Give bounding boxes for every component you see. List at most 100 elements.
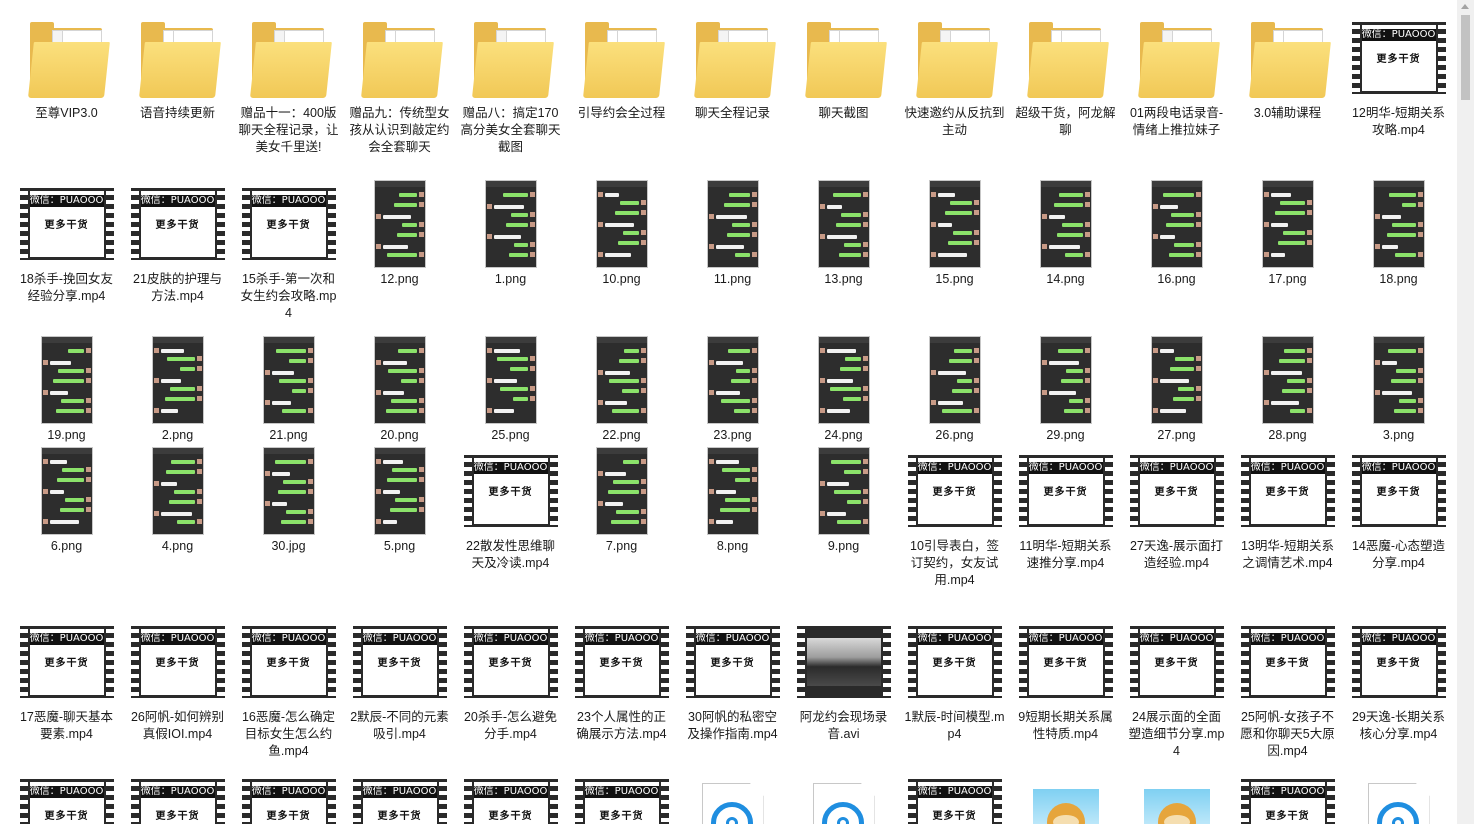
file-item[interactable]: 微信：PUAOOO 更多干货 18杀手-挽回女友经验分享.mp4 <box>11 176 122 326</box>
file-item[interactable]: 微信：PUAOOO 更多干货 <box>566 764 677 824</box>
file-item[interactable]: 8.png <box>677 443 788 614</box>
file-item[interactable]: 11.png <box>677 176 788 326</box>
file-item[interactable]: 微信：PUAOOO 更多干货 2默辰-不同的元素吸引.mp4 <box>344 614 455 764</box>
file-item[interactable]: 微信：PUAOOO 更多干货 <box>1232 764 1343 824</box>
file-item[interactable]: 2.png <box>122 326 233 443</box>
file-name-label: 01两段电话录音-情绪上推拉妹子 <box>1129 106 1224 137</box>
file-item[interactable]: 微信：PUAOOO 更多干货 <box>11 764 122 824</box>
file-item[interactable]: 23.png <box>677 326 788 443</box>
file-item[interactable]: 12.png <box>344 176 455 326</box>
file-item[interactable]: 22.png <box>566 326 677 443</box>
file-item[interactable]: 微信：PUAOOO 更多干货 11明华-短期关系速推分享.mp4 <box>1010 443 1121 614</box>
file-item[interactable]: 微信：PUAOOO 更多干货 10引导表白，签订契约，女友试用.mp4 <box>899 443 1010 614</box>
file-item[interactable]: 微信：PUAOOO 更多干货 26阿帆-如何辨别真假IOI.mp4 <box>122 614 233 764</box>
file-item[interactable]: 24.png <box>788 326 899 443</box>
file-item[interactable]: 21.png <box>233 326 344 443</box>
file-item[interactable]: 5.png <box>344 443 455 614</box>
file-item[interactable]: 微信：PUAOOO 更多干货 23个人属性的正确展示方法.mp4 <box>566 614 677 764</box>
scroll-thumb[interactable] <box>1461 15 1470 100</box>
watermark-text: 微信：PUAOOO <box>1361 633 1436 645</box>
file-item[interactable]: 9.png <box>788 443 899 614</box>
file-item[interactable]: 微信：PUAOOO 更多干货 <box>233 764 344 824</box>
file-item[interactable]: 微信：PUAOOO 更多干货 25阿帆-女孩子不愿和你聊天5大原因.mp4 <box>1232 614 1343 764</box>
file-name-label: 赠品十一：400版聊天全程记录，让美女千里送! <box>238 106 339 154</box>
file-item[interactable]: 13.png <box>788 176 899 326</box>
file-item[interactable] <box>1010 764 1121 824</box>
file-item[interactable] <box>677 764 788 824</box>
file-item[interactable]: 18.png <box>1343 176 1454 326</box>
file-item[interactable]: 微信：PUAOOO 更多干货 9短期长期关系属性特质.mp4 <box>1010 614 1121 764</box>
file-item[interactable]: 微信：PUAOOO 更多干货 <box>344 764 455 824</box>
file-item[interactable]: 微信：PUAOOO 更多干货 <box>122 764 233 824</box>
thumb-caption: 更多干货 <box>1376 487 1421 498</box>
file-item[interactable]: 3.png <box>1343 326 1454 443</box>
file-item[interactable]: 3.0辅助课程 <box>1232 0 1343 176</box>
file-item[interactable]: 15.png <box>899 176 1010 326</box>
thumb-caption: 更多干货 <box>377 811 422 822</box>
image-icon <box>1018 336 1114 424</box>
file-item[interactable]: 微信：PUAOOO 更多干货 15杀手-第一次和女生约会攻略.mp4 <box>233 176 344 326</box>
file-item[interactable]: 微信：PUAOOO 更多干货 1默辰-时间模型.mp4 <box>899 614 1010 764</box>
file-item[interactable]: 微信：PUAOOO 更多干货 <box>899 764 1010 824</box>
folder-icon <box>241 10 337 102</box>
file-item[interactable]: 微信：PUAOOO 更多干货 30阿帆的私密空及操作指南.mp4 <box>677 614 788 764</box>
file-name-label: 13.png <box>824 272 863 286</box>
file-item[interactable]: 赠品八：搞定170高分美女全套聊天截图 <box>455 0 566 176</box>
file-item[interactable]: 微信：PUAOOO 更多干货 17恶魔-聊天基本要素.mp4 <box>11 614 122 764</box>
scroll-up-arrow-icon[interactable] <box>1461 4 1469 9</box>
file-item[interactable]: 微信：PUAOOO 更多干货 12明华-短期关系攻略.mp4 <box>1343 0 1454 176</box>
file-item[interactable]: 微信：PUAOOO 更多干货 24展示面的全面塑造细节分享.mp4 <box>1121 614 1232 764</box>
file-item[interactable]: 4.png <box>122 443 233 614</box>
image-icon <box>352 443 448 535</box>
file-name-label: 3.0辅助课程 <box>1253 106 1322 120</box>
file-item[interactable]: 20.png <box>344 326 455 443</box>
file-item[interactable]: 聊天全程记录 <box>677 0 788 176</box>
file-name-label: 15.png <box>935 272 974 286</box>
file-item[interactable]: 17.png <box>1232 176 1343 326</box>
file-item[interactable]: 30.jpg <box>233 443 344 614</box>
file-item[interactable]: 微信：PUAOOO 更多干货 13明华-短期关系之调情艺术.mp4 <box>1232 443 1343 614</box>
file-item[interactable]: 微信：PUAOOO 更多干货 20杀手-怎么避免分手.mp4 <box>455 614 566 764</box>
file-item[interactable]: 25.png <box>455 326 566 443</box>
video-icon: 微信：PUAOOO 更多干货 <box>1129 443 1225 535</box>
file-item[interactable]: 微信：PUAOOO 更多干货 21皮肤的护理与方法.mp4 <box>122 176 233 326</box>
file-item[interactable] <box>788 764 899 824</box>
file-item[interactable]: 19.png <box>11 326 122 443</box>
file-item[interactable]: 赠品九：传统型女孩从认识到敲定约会全套聊天 <box>344 0 455 176</box>
file-item[interactable]: 29.png <box>1010 326 1121 443</box>
file-item[interactable]: 10.png <box>566 176 677 326</box>
video-icon: 微信：PUAOOO 更多干货 <box>1351 614 1447 706</box>
file-item[interactable]: 阿龙约会现场录音.avi <box>788 614 899 764</box>
file-item[interactable]: 14.png <box>1010 176 1121 326</box>
file-item[interactable]: 赠品十一：400版聊天全程记录，让美女千里送! <box>233 0 344 176</box>
file-item[interactable]: 微信：PUAOOO 更多干货 <box>455 764 566 824</box>
file-name-label: 19.png <box>47 428 86 442</box>
file-item[interactable]: 微信：PUAOOO 更多干货 16恶魔-怎么确定目标女生怎么约鱼.mp4 <box>233 614 344 764</box>
file-item[interactable]: 聊天截图 <box>788 0 899 176</box>
file-item[interactable]: 28.png <box>1232 326 1343 443</box>
mascot-image-icon <box>1018 767 1114 824</box>
file-item[interactable]: 至尊VIP3.0 <box>11 0 122 176</box>
file-item[interactable]: 1.png <box>455 176 566 326</box>
vertical-scrollbar[interactable] <box>1457 0 1474 824</box>
file-item[interactable]: 语音持续更新 <box>122 0 233 176</box>
file-item[interactable] <box>1343 764 1454 824</box>
file-item[interactable]: 引导约会全过程 <box>566 0 677 176</box>
file-item[interactable]: 27.png <box>1121 326 1232 443</box>
file-item[interactable]: 微信：PUAOOO 更多干货 29天逸-长期关系核心分享.mp4 <box>1343 614 1454 764</box>
file-item[interactable] <box>1121 764 1232 824</box>
file-item[interactable]: 微信：PUAOOO 更多干货 27天逸-展示面打造经验.mp4 <box>1121 443 1232 614</box>
file-item[interactable]: 7.png <box>566 443 677 614</box>
image-icon <box>685 336 781 424</box>
file-item[interactable]: 6.png <box>11 443 122 614</box>
file-name-label: 29天逸-长期关系核心分享.mp4 <box>1351 710 1446 741</box>
file-item[interactable]: 微信：PUAOOO 更多干货 22散发性思维聊天及冷读.mp4 <box>455 443 566 614</box>
file-name-label: 6.png <box>50 539 83 553</box>
file-item[interactable]: 快速邀约从反抗到主动 <box>899 0 1010 176</box>
file-item[interactable]: 26.png <box>899 326 1010 443</box>
file-item[interactable]: 超级干货，阿龙解聊 <box>1010 0 1121 176</box>
thumb-caption: 更多干货 <box>155 811 200 822</box>
file-item[interactable]: 微信：PUAOOO 更多干货 14恶魔-心态塑造分享.mp4 <box>1343 443 1454 614</box>
file-item[interactable]: 01两段电话录音-情绪上推拉妹子 <box>1121 0 1232 176</box>
file-item[interactable]: 16.png <box>1121 176 1232 326</box>
